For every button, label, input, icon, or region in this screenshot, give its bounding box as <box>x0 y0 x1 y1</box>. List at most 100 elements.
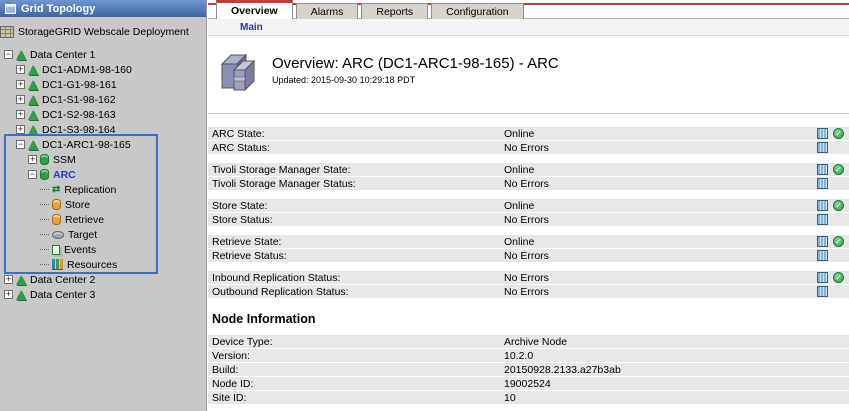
tabs: OverviewAlarmsReportsConfiguration <box>216 0 524 19</box>
deployment-icon <box>0 26 14 38</box>
site-icon <box>16 275 26 285</box>
store-icon <box>52 199 61 210</box>
plus-expander-icon[interactable]: + <box>16 125 25 134</box>
attribute-label: Store State: <box>208 200 504 212</box>
tree-item-arc[interactable]: −ARC <box>0 167 206 182</box>
tree-item-ssm[interactable]: +SSM <box>0 152 206 167</box>
status-ok-icon[interactable]: ✓ <box>833 128 844 139</box>
tree-item-dc1-s2-98-163[interactable]: + DC1-S2-98-163 <box>0 107 206 122</box>
tab-overview[interactable]: Overview <box>216 0 293 19</box>
attribute-row-site-id: Site ID:10 <box>208 391 849 404</box>
plus-expander-icon[interactable]: + <box>16 110 25 119</box>
attribute-row-tivoli-storage-manager-status: Tivoli Storage Manager Status:No Errors <box>208 177 849 190</box>
plus-expander-icon[interactable]: + <box>16 95 25 104</box>
tree-item-data-center-1[interactable]: −Data Center 1 <box>0 47 206 62</box>
tree-item-label: Resources <box>66 259 117 271</box>
content: Overview: ARC (DC1-ARC1-98-165) - ARC Up… <box>208 50 849 404</box>
chart-report-icon[interactable] <box>817 164 828 175</box>
node-icon <box>28 125 38 135</box>
resources-icon <box>52 259 63 270</box>
attribute-value: 20150928.2133.a27b3ab <box>504 364 849 376</box>
tree-item-dc1-s1-98-162[interactable]: +DC1-S1-98-162 <box>0 92 206 107</box>
attribute-row-arc-state: ARC State:Online✓ <box>208 127 849 140</box>
status-ok-icon[interactable]: ✓ <box>833 164 844 175</box>
chart-report-icon[interactable] <box>817 214 828 225</box>
attribute-value: Online <box>504 128 849 140</box>
tree-item-dc1-arc1-98-165[interactable]: −DC1-ARC1-98-165 <box>0 137 206 152</box>
tree-item-dc1-s3-98-164[interactable]: + DC1-S3-98-164 <box>0 122 206 137</box>
title-block: Overview: ARC (DC1-ARC1-98-165) - ARC Up… <box>272 50 559 100</box>
attribute-label: Tivoli Storage Manager State: <box>208 164 504 176</box>
minus-expander-icon[interactable]: − <box>28 170 37 179</box>
status-ok-icon[interactable]: ✓ <box>833 272 844 283</box>
minus-expander-icon[interactable]: − <box>4 50 13 59</box>
archive-node-icon <box>216 50 260 94</box>
site-icon <box>16 50 26 60</box>
main-link[interactable]: Main <box>240 22 263 33</box>
page-header: Overview: ARC (DC1-ARC1-98-165) - ARC Up… <box>216 50 845 100</box>
tree-item-dc1-g1-98-161[interactable]: +DC1-G1-98-161 <box>0 77 206 92</box>
tree-item-label: Store <box>64 199 90 211</box>
sidebar-title: Grid Topology <box>21 3 95 15</box>
updated-timestamp: Updated: 2015-09-30 10:29:18 PDT <box>272 75 559 85</box>
tab-reports[interactable]: Reports <box>361 3 428 19</box>
tree-item-replication[interactable]: ⇄Replication <box>0 182 206 197</box>
attribute-label: Build: <box>208 364 504 376</box>
plus-expander-icon[interactable]: + <box>16 65 25 74</box>
attribute-label: ARC Status: <box>208 142 504 154</box>
node-icon <box>28 80 38 90</box>
chart-report-icon[interactable] <box>817 250 828 261</box>
sidebar: Grid Topology StorageGRID Webscale Deplo… <box>0 0 207 411</box>
chart-report-icon[interactable] <box>817 236 828 247</box>
plus-expander-icon[interactable]: + <box>4 275 13 284</box>
attribute-value: 10 <box>504 392 849 404</box>
attribute-row-retrieve-state: Retrieve State:Online✓ <box>208 235 849 248</box>
chart-report-icon[interactable] <box>817 200 828 211</box>
app-window: Grid Topology StorageGRID Webscale Deplo… <box>0 0 849 411</box>
tree-item-store[interactable]: Store <box>0 197 206 212</box>
grid-topology-icon <box>5 4 16 14</box>
minus-expander-icon[interactable]: − <box>16 140 25 149</box>
attribute-value: Archive Node <box>504 336 849 348</box>
plus-expander-icon[interactable]: + <box>28 155 37 164</box>
tree-item-data-center-3[interactable]: +Data Center 3 <box>0 287 206 302</box>
status-ok-icon[interactable]: ✓ <box>833 236 844 247</box>
attribute-label: Outbound Replication Status: <box>208 286 504 298</box>
plus-expander-icon[interactable]: + <box>16 80 25 89</box>
service-icon <box>40 154 49 165</box>
node-icon <box>28 95 38 105</box>
tree-item-label: Target <box>67 229 97 241</box>
tree-item-events[interactable]: Events <box>0 242 206 257</box>
tree-item-target[interactable]: Target <box>0 227 206 242</box>
tree-item-label: DC1-ADM1-98-160 <box>41 64 132 76</box>
attribute-value: No Errors <box>504 214 849 226</box>
chart-report-icon[interactable] <box>817 128 828 139</box>
tab-alarms[interactable]: Alarms <box>296 3 359 19</box>
tab-configuration[interactable]: Configuration <box>431 3 523 19</box>
target-icon <box>52 231 64 239</box>
tree-item-retrieve[interactable]: Retrieve <box>0 212 206 227</box>
tree-item-label: Replication <box>63 184 116 196</box>
tree-item-dc1-adm1-98-160[interactable]: + DC1-ADM1-98-160 <box>0 62 206 77</box>
attribute-value: Online <box>504 236 849 248</box>
tree-item-data-center-2[interactable]: +Data Center 2 <box>0 272 206 287</box>
tree-item-label: DC1-S2-98-163 <box>41 109 116 121</box>
attribute-value: Online <box>504 200 849 212</box>
chart-report-icon[interactable] <box>817 142 828 153</box>
tree-item-label: DC1-S3-98-164 <box>41 124 116 136</box>
chart-report-icon[interactable] <box>817 272 828 283</box>
site-icon <box>16 290 26 300</box>
attribute-value: No Errors <box>504 272 849 284</box>
events-icon <box>52 245 60 255</box>
main-panel: OverviewAlarmsReportsConfiguration Main <box>208 0 849 411</box>
plus-expander-icon[interactable]: + <box>4 290 13 299</box>
attribute-label: Retrieve State: <box>208 236 504 248</box>
attribute-label: Inbound Replication Status: <box>208 272 504 284</box>
chart-report-icon[interactable] <box>817 178 828 189</box>
attribute-value: 10.2.0 <box>504 350 849 362</box>
status-ok-icon[interactable]: ✓ <box>833 200 844 211</box>
attribute-value: 19002524 <box>504 378 849 390</box>
chart-report-icon[interactable] <box>817 286 828 297</box>
tree-item-deployment[interactable]: StorageGRID Webscale Deployment <box>0 23 206 41</box>
tree-item-resources[interactable]: Resources <box>0 257 206 272</box>
